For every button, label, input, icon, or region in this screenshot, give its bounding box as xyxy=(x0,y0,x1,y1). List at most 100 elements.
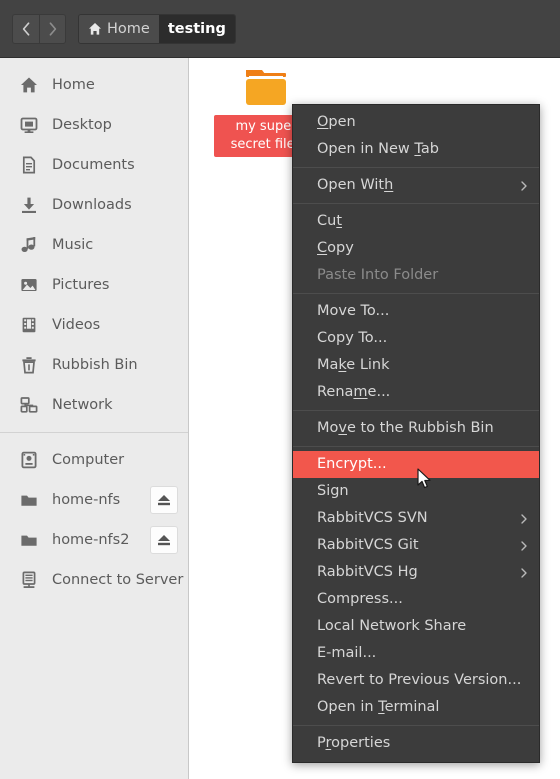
chevron-right-icon xyxy=(521,505,527,532)
menu-item-make-link[interactable]: Make Link xyxy=(293,352,539,379)
home-icon xyxy=(20,76,38,94)
header-toolbar: Home testing xyxy=(0,0,560,58)
network-icon xyxy=(20,396,38,414)
menu-item-open-in-terminal[interactable]: Open in Terminal xyxy=(293,694,539,721)
menu-item-e-mail[interactable]: E-mail... xyxy=(293,640,539,667)
breadcrumb-item-home[interactable]: Home xyxy=(79,14,159,43)
sidebar-item-rubbish-bin[interactable]: Rubbish Bin xyxy=(0,345,188,385)
menu-item-label: Properties xyxy=(317,735,391,751)
sidebar-item-network[interactable]: Network xyxy=(0,385,188,425)
menu-separator xyxy=(293,203,539,204)
desktop-icon xyxy=(20,116,38,134)
menu-item-label: Paste Into Folder xyxy=(317,267,439,283)
menu-item-properties[interactable]: Properties xyxy=(293,730,539,757)
eject-icon xyxy=(156,493,172,507)
breadcrumb-item-testing[interactable]: testing xyxy=(158,14,235,43)
menu-item-copy-to[interactable]: Copy To... xyxy=(293,325,539,352)
context-menu: Open Open in New Tab Open With Cut Copy Paste… xyxy=(292,104,540,763)
video-icon xyxy=(20,316,38,334)
back-button[interactable] xyxy=(12,13,39,44)
menu-item-open-with[interactable]: Open With xyxy=(293,172,539,199)
sidebar-item-label: Network xyxy=(52,397,113,413)
navigation-buttons xyxy=(12,13,66,44)
sidebar-separator xyxy=(0,432,188,433)
menu-item-label: Revert to Previous Version... xyxy=(317,672,522,688)
music-icon xyxy=(20,236,38,254)
chevron-right-icon xyxy=(48,21,57,36)
menu-item-compress[interactable]: Compress... xyxy=(293,586,539,613)
menu-item-label: Compress... xyxy=(317,591,403,607)
menu-item-label: Open xyxy=(317,114,356,130)
menu-separator xyxy=(293,725,539,726)
menu-item-copy[interactable]: Copy xyxy=(293,235,539,262)
menu-item-label: Move to the Rubbish Bin xyxy=(317,420,494,436)
sidebar-item-pictures[interactable]: Pictures xyxy=(0,265,188,305)
menu-item-sign[interactable]: Sign xyxy=(293,478,539,505)
folder-icon xyxy=(238,64,294,112)
eject-button[interactable] xyxy=(150,486,178,514)
sidebar-item-label: Music xyxy=(52,237,94,253)
sidebar-item-label: Rubbish Bin xyxy=(52,357,138,373)
eject-icon xyxy=(156,533,172,547)
folder-icon xyxy=(20,491,38,509)
sidebar-item-label: Pictures xyxy=(52,277,110,293)
menu-item-label: Open in New Tab xyxy=(317,141,439,157)
menu-separator xyxy=(293,293,539,294)
sidebar-item-computer[interactable]: Computer xyxy=(0,440,188,480)
breadcrumb: Home testing xyxy=(78,13,236,44)
menu-item-label: RabbitVCS Hg xyxy=(317,564,418,580)
sidebar-item-desktop[interactable]: Desktop xyxy=(0,105,188,145)
sidebar-item-label: Videos xyxy=(52,317,101,333)
menu-item-label: Open With xyxy=(317,177,394,193)
menu-item-encrypt[interactable]: Encrypt... xyxy=(293,451,539,478)
sidebar-item-connect-to-server[interactable]: Connect to Server xyxy=(0,560,188,600)
sidebar-item-label: home-nfs2 xyxy=(52,532,130,548)
sidebar-item-label: Home xyxy=(52,77,95,93)
menu-item-label: E-mail... xyxy=(317,645,377,661)
menu-item-label: Make Link xyxy=(317,357,390,373)
sidebar-item-label: Computer xyxy=(52,452,125,468)
download-icon xyxy=(20,196,38,214)
menu-item-label: Sign xyxy=(317,483,349,499)
sidebar-item-home-nfs[interactable]: home-nfs xyxy=(0,480,188,520)
sidebar-item-documents[interactable]: Documents xyxy=(0,145,188,185)
eject-button[interactable] xyxy=(150,526,178,554)
menu-item-rename[interactable]: Rename... xyxy=(293,379,539,406)
menu-item-cut[interactable]: Cut xyxy=(293,208,539,235)
menu-separator xyxy=(293,446,539,447)
chevron-right-icon xyxy=(521,532,527,559)
sidebar-item-label: Connect to Server xyxy=(52,572,184,588)
sidebar-item-home[interactable]: Home xyxy=(0,65,188,105)
menu-item-open[interactable]: Open xyxy=(293,109,539,136)
picture-icon xyxy=(20,276,38,294)
menu-item-label: Local Network Share xyxy=(317,618,467,634)
menu-item-label: RabbitVCS SVN xyxy=(317,510,428,526)
chevron-right-icon xyxy=(521,559,527,586)
menu-item-revert-to-previous-version[interactable]: Revert to Previous Version... xyxy=(293,667,539,694)
sidebar-item-music[interactable]: Music xyxy=(0,225,188,265)
menu-item-label: Copy xyxy=(317,240,354,256)
sidebar-item-label: Documents xyxy=(52,157,135,173)
menu-item-rabbitvcs-git[interactable]: RabbitVCS Git xyxy=(293,532,539,559)
breadcrumb-label: testing xyxy=(167,20,226,37)
menu-separator xyxy=(293,167,539,168)
file-manager-window: Home testing Home Desktop Documents Downloa… xyxy=(0,0,560,779)
sidebar-item-label: Desktop xyxy=(52,117,112,133)
sidebar-item-home-nfs2[interactable]: home-nfs2 xyxy=(0,520,188,560)
menu-item-open-in-new-tab[interactable]: Open in New Tab xyxy=(293,136,539,163)
menu-item-label: Rename... xyxy=(317,384,391,400)
document-icon xyxy=(20,156,38,174)
menu-item-label: Encrypt... xyxy=(317,456,387,472)
folder-icon xyxy=(20,531,38,549)
sidebar-item-videos[interactable]: Videos xyxy=(0,305,188,345)
menu-item-label: RabbitVCS Git xyxy=(317,537,419,553)
menu-item-rabbitvcs-svn[interactable]: RabbitVCS SVN xyxy=(293,505,539,532)
menu-separator xyxy=(293,410,539,411)
menu-item-label: Open in Terminal xyxy=(317,699,440,715)
menu-item-local-network-share[interactable]: Local Network Share xyxy=(293,613,539,640)
sidebar-item-downloads[interactable]: Downloads xyxy=(0,185,188,225)
forward-button[interactable] xyxy=(39,13,66,44)
menu-item-rabbitvcs-hg[interactable]: RabbitVCS Hg xyxy=(293,559,539,586)
menu-item-move-to-the-rubbish-bin[interactable]: Move to the Rubbish Bin xyxy=(293,415,539,442)
menu-item-move-to[interactable]: Move To... xyxy=(293,298,539,325)
